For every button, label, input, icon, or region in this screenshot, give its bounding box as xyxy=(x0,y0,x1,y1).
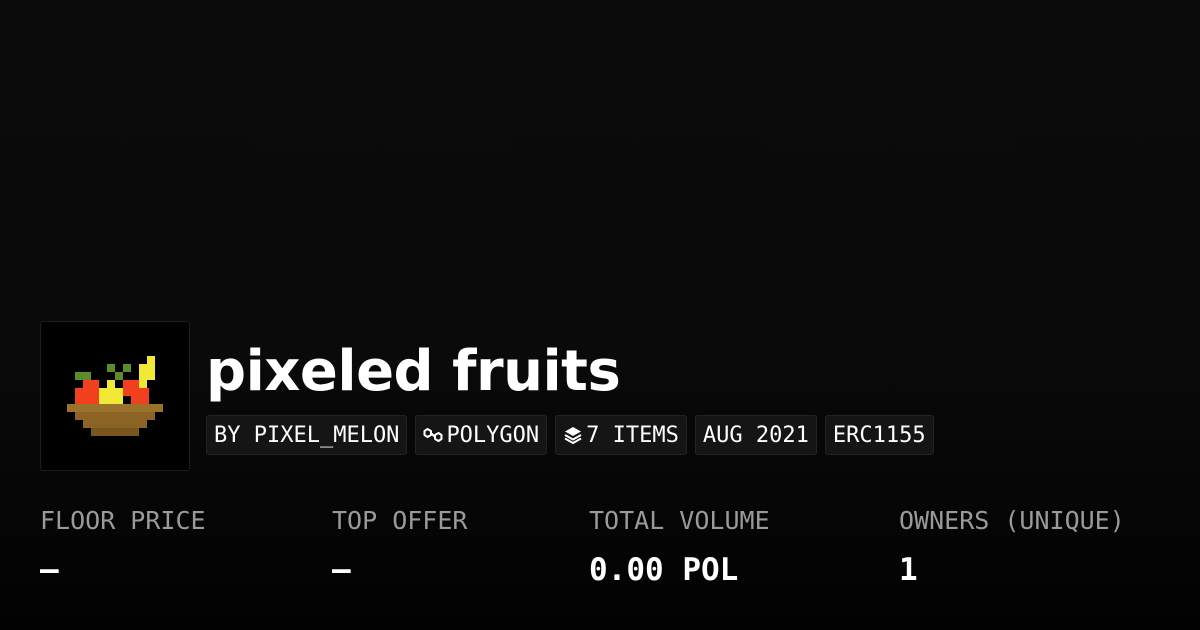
creator-badge-label: BY PIXEL_MELON xyxy=(214,422,400,448)
stat-value: – xyxy=(332,552,351,588)
stat-top-offer: TOP OFFER – xyxy=(332,500,467,598)
stat-owners: OWNERS (UNIQUE) 1 xyxy=(899,500,1125,598)
stat-label: TOP OFFER xyxy=(332,506,468,535)
stat-label: FLOOR PRICE xyxy=(40,506,206,535)
created-date-label: AUG 2021 xyxy=(702,422,809,448)
pixel-fruit-bowl-image xyxy=(67,356,163,436)
collection-badges: BY PIXEL_MELON POLYGON 7 ITEMS AUG 2021 xyxy=(206,415,934,455)
chain-badge[interactable]: POLYGON xyxy=(415,415,548,455)
collection-title: pixeled fruits xyxy=(206,339,621,404)
created-date-badge: AUG 2021 xyxy=(694,415,817,455)
collection-avatar xyxy=(40,321,190,471)
stat-value: 0.00 POL xyxy=(589,552,739,588)
stat-total-volume: TOTAL VOLUME 0.00 POL xyxy=(589,500,770,598)
items-badge[interactable]: 7 ITEMS xyxy=(555,415,687,455)
stat-label: OWNERS (UNIQUE) xyxy=(899,506,1125,535)
items-badge-label: 7 ITEMS xyxy=(586,422,679,448)
creator-badge[interactable]: BY PIXEL_MELON xyxy=(206,415,408,455)
token-standard-label: ERC1155 xyxy=(832,422,926,448)
chain-badge-label: POLYGON xyxy=(446,422,540,448)
stat-label: TOTAL VOLUME xyxy=(589,506,770,535)
stat-value: 1 xyxy=(899,552,918,588)
stat-floor-price: FLOOR PRICE – xyxy=(40,500,206,598)
polygon-chain-icon xyxy=(423,425,443,445)
token-standard-badge: ERC1155 xyxy=(824,415,934,455)
stat-value: – xyxy=(40,552,59,588)
layers-icon xyxy=(563,425,583,445)
collection-share-card: pixeled fruits BY PIXEL_MELON POLYGON 7 … xyxy=(0,0,1200,630)
